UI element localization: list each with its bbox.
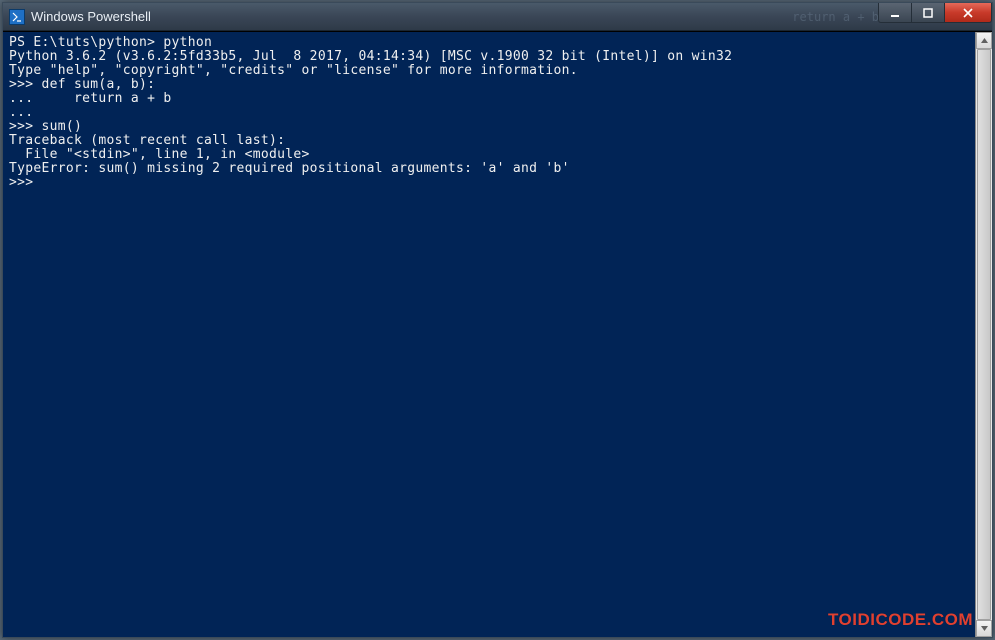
window-controls bbox=[879, 3, 992, 30]
close-button[interactable] bbox=[944, 3, 992, 23]
watermark-text: TOIDICODE.COM bbox=[828, 610, 973, 630]
powershell-window: Windows Powershell return a + b PS E:\tu… bbox=[2, 2, 993, 638]
vertical-scrollbar[interactable] bbox=[975, 32, 992, 637]
scroll-down-button[interactable] bbox=[976, 620, 992, 637]
window-title: Windows Powershell bbox=[31, 9, 752, 24]
powershell-icon bbox=[9, 9, 25, 25]
minimize-button[interactable] bbox=[878, 3, 912, 23]
maximize-button[interactable] bbox=[911, 3, 945, 23]
terminal-output[interactable]: PS E:\tuts\python> python Python 3.6.2 (… bbox=[3, 32, 975, 637]
scroll-track[interactable] bbox=[976, 49, 992, 620]
scroll-thumb[interactable] bbox=[977, 49, 991, 620]
titlebar[interactable]: Windows Powershell return a + b bbox=[3, 3, 992, 31]
content-area: PS E:\tuts\python> python Python 3.6.2 (… bbox=[3, 31, 992, 637]
scroll-up-button[interactable] bbox=[976, 32, 992, 49]
titlebar-ghost-text: return a + b bbox=[792, 10, 879, 24]
